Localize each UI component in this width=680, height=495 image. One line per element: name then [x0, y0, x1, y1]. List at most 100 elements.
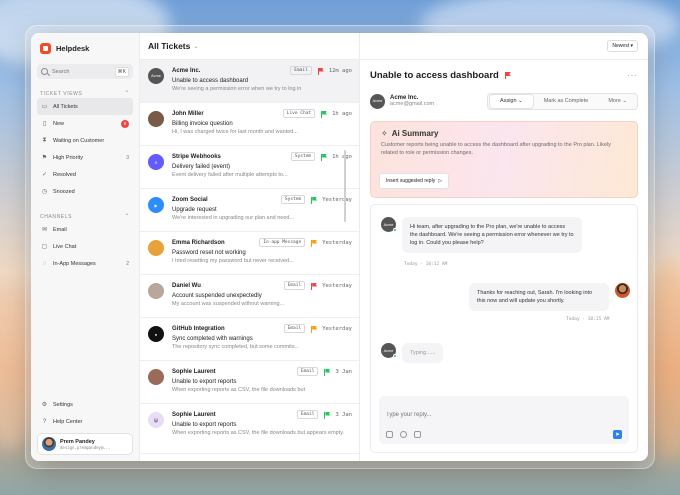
sidebar-item-high-priority[interactable]: ⚑ High Priority 3 — [37, 149, 133, 166]
ticket-body: John Miller Live Chat 1h ago Billing invoic… — [172, 108, 352, 145]
image-icon[interactable] — [414, 431, 421, 438]
ticket-top: Emma Richardson In-app Message Yesterday — [172, 237, 352, 248]
mark-complete-button[interactable]: Mark as Complete — [534, 94, 599, 109]
ticket-preview: When exporting reports as CSV, the file … — [172, 387, 306, 393]
search-box[interactable]: ⌘K — [37, 64, 133, 79]
ticket-views-header[interactable]: TICKET VIEWS ⌃ — [37, 89, 133, 98]
table-row[interactable]: John Miller Live Chat 1h ago Billing invoic… — [140, 103, 359, 146]
avatar: ▶ — [148, 197, 164, 213]
ticket-preview: The repository sync completed, but some … — [172, 344, 300, 350]
reply-composer[interactable]: ➤ — [379, 396, 629, 444]
sidebar-item-live-chat[interactable]: ▢ Live Chat — [37, 238, 133, 255]
insert-reply-button[interactable]: Insert suggested reply ▷ — [379, 173, 450, 189]
scrollbar[interactable] — [344, 150, 346, 222]
flag-icon[interactable] — [324, 368, 330, 376]
sidebar-item-settings[interactable]: ⚙ Settings — [37, 396, 133, 413]
helpdesk-logo-icon — [40, 42, 51, 54]
sidebar-item-in-app-messages[interactable]: ◌ In-App Messages 2 — [37, 255, 133, 272]
table-row[interactable]: 😺 Sophie Laurent Email 3 Jan Unable to expor… — [140, 404, 359, 454]
send-button[interactable]: ➤ — [613, 430, 622, 439]
flag-icon[interactable] — [504, 72, 511, 79]
ticket-body: Acme Inc. Email 12m ago Unable to access da… — [172, 65, 352, 102]
online-indicator — [393, 228, 397, 232]
table-row[interactable]: ● GitHub Integration Email Yesterday Sync co… — [140, 318, 359, 361]
table-row[interactable]: S Stripe Webhooks System 1h ago Delivery fai… — [140, 146, 359, 189]
more-button[interactable]: More ⌄ — [598, 94, 637, 109]
emoji-icon[interactable] — [400, 431, 407, 438]
ticket-time: Yesterday — [322, 239, 352, 246]
check-icon: ✓ — [41, 172, 48, 178]
message-icon: ◌ — [42, 260, 47, 267]
typing-text: Typing...... — [402, 343, 444, 363]
sidebar-item-email[interactable]: ✉ Email — [37, 221, 133, 238]
ticket-preview: Hi, I was charged twice for last month a… — [172, 129, 298, 135]
ticket-detail: Newest ▾ Unable to access dashboard ··· … — [360, 33, 648, 461]
chevron-up-icon[interactable]: ⌃ — [124, 213, 130, 220]
ai-summary-text: Customer reports being unable to access … — [381, 142, 611, 156]
sidebar-item-snoozed[interactable]: ◷ Snoozed — [37, 183, 133, 200]
sidebar-item-waiting[interactable]: ⧗ Waiting on Customer — [37, 132, 133, 149]
flag-icon[interactable] — [324, 411, 330, 419]
table-row[interactable]: Daniel Wu Email Yesterday Account suspended… — [140, 275, 359, 318]
flag-icon[interactable] — [311, 239, 317, 247]
ticket-list-header[interactable]: All Tickets ⌄ — [140, 33, 359, 60]
search-input[interactable] — [52, 68, 111, 75]
clock-icon: ◷ — [41, 189, 48, 195]
ticket-preview: We're interested in upgrading our plan a… — [172, 215, 295, 221]
flag-icon[interactable] — [311, 325, 317, 333]
flag-icon[interactable] — [321, 153, 327, 161]
flag-icon[interactable] — [311, 282, 317, 290]
sidebar-item-help-center[interactable]: ? Help Center — [37, 413, 133, 430]
typing-indicator: Acme Typing...... — [381, 343, 444, 363]
ticket-body: Emma Richardson In-app Message Yesterday Pa… — [172, 237, 352, 274]
ticket-subject: Unable to access dashboard — [172, 78, 249, 84]
flag-icon[interactable] — [311, 196, 317, 204]
avatar: Acme — [381, 343, 397, 358]
insert-reply-label: Insert suggested reply — [386, 178, 436, 184]
attachment-icon[interactable] — [386, 431, 393, 438]
ticket-preview: I tried resetting my password but never … — [172, 258, 294, 264]
chevron-up-icon[interactable]: ⌃ — [124, 90, 130, 97]
sidebar: Helpdesk ⌘K TICKET VIEWS ⌃ ▭ All Tickets… — [31, 33, 140, 461]
sort-label: Newest — [612, 43, 630, 49]
ticket-subject: Delivery failed (event) — [172, 164, 231, 170]
user-profile[interactable]: Prem Pandey design.prempandey@... — [37, 433, 133, 455]
detail-header: Newest ▾ — [360, 33, 648, 60]
ai-summary-title-row: ✧ Ai Summary — [381, 129, 627, 138]
ticket-subject: Password reset not working — [172, 250, 246, 256]
chevron-down-icon[interactable]: ⌄ — [193, 43, 198, 50]
ai-summary-title: Ai Summary — [391, 129, 439, 138]
sidebar-item-label: Snoozed — [53, 188, 75, 195]
detail-title-row: Unable to access dashboard ··· — [370, 60, 638, 90]
sidebar-item-all-tickets[interactable]: ▭ All Tickets — [37, 98, 133, 115]
ticket-time: Yesterday — [322, 196, 352, 203]
play-icon: ▷ — [438, 178, 443, 184]
flag-icon[interactable] — [321, 110, 327, 118]
source-badge: Email — [283, 281, 306, 290]
channels-header[interactable]: CHANNELS ⌃ — [37, 212, 133, 221]
ticket-time: 1h ago — [332, 110, 352, 117]
reply-input[interactable] — [386, 412, 586, 418]
help-icon: ? — [42, 418, 47, 425]
user-email: design.prempandey@... — [60, 444, 111, 450]
sort-select[interactable]: Newest ▾ — [607, 40, 638, 52]
ticket-top: Acme Inc. Email 12m ago — [172, 65, 352, 76]
sidebar-item-new[interactable]: ▯ New 6 — [37, 115, 133, 132]
sidebar-item-resolved[interactable]: ✓ Resolved — [37, 166, 133, 183]
table-row[interactable]: Emma Richardson In-app Message Yesterday Pa… — [140, 232, 359, 275]
avatar: Acme — [381, 217, 397, 232]
gear-icon: ⚙ — [41, 402, 48, 408]
brand: Helpdesk — [37, 40, 133, 56]
flag-icon[interactable] — [317, 67, 324, 75]
avatar: ● — [148, 326, 164, 342]
table-row[interactable]: Acme Acme Inc. Email 12m ago Unable to acces… — [140, 60, 359, 103]
table-row[interactable]: Sophie Laurent Email 3 Jan Unable to export… — [140, 361, 359, 404]
ticket-requester: Sophie Laurent — [172, 368, 216, 375]
assign-button[interactable]: Assign ⌄ — [489, 93, 534, 109]
more-options-icon[interactable]: ··· — [627, 71, 638, 80]
sidebar-item-label: All Tickets — [53, 103, 78, 110]
table-row[interactable]: ▶ Zoom Social System Yesterday Upgrade reque… — [140, 189, 359, 232]
ticket-subject: Billing invoice question — [172, 121, 233, 127]
ticket-time: 1h ago — [332, 153, 352, 160]
ticket-top: Stripe Webhooks System 1h ago — [172, 151, 352, 162]
